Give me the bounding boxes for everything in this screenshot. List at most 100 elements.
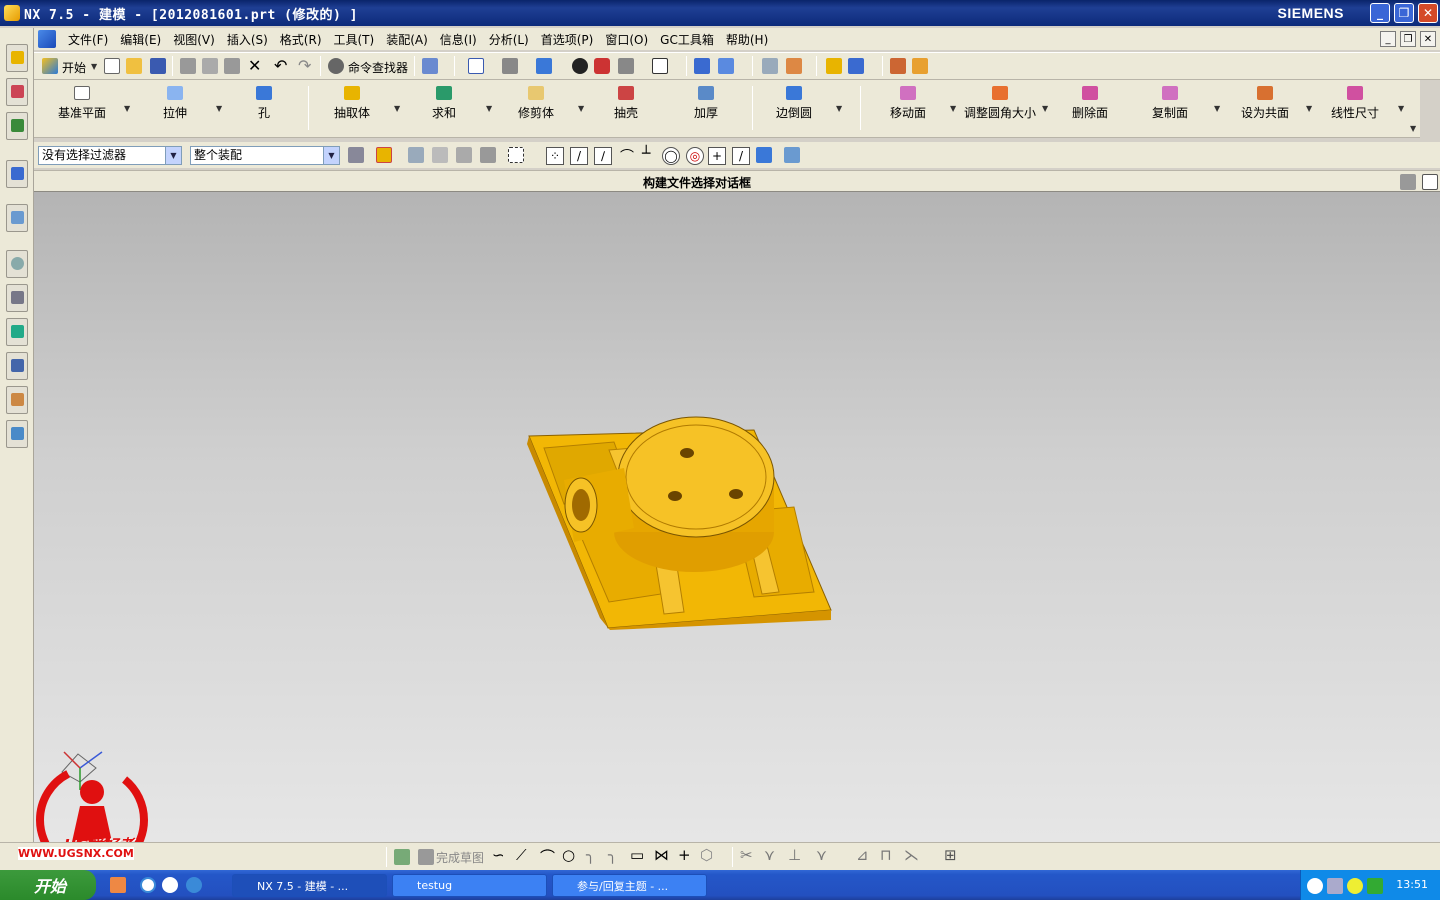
menu-insert[interactable]: 插入(S) (221, 31, 274, 48)
auto-constrain-icon[interactable]: ⊿ (856, 846, 869, 864)
make-coplanar-button[interactable]: 设为共面 (1236, 84, 1294, 126)
line-icon[interactable]: ⟋ (516, 846, 527, 864)
select-face-icon[interactable] (456, 147, 472, 163)
restore-button[interactable]: ❐ (1394, 3, 1414, 23)
point-icon[interactable]: + (678, 846, 691, 864)
new-file-icon[interactable] (104, 58, 120, 74)
shaded-cube-icon[interactable] (536, 58, 552, 74)
network-icon[interactable] (1327, 878, 1343, 894)
show-hide-icon[interactable] (848, 58, 864, 74)
copy-icon[interactable] (202, 58, 218, 74)
cut-icon[interactable] (180, 58, 196, 74)
assembly-navigator-tab[interactable] (6, 44, 28, 72)
rectangle-select-icon[interactable] (508, 147, 524, 163)
start-dropdown-icon[interactable]: ▼ (91, 62, 97, 71)
snap-control-point-icon[interactable]: ⌒ (620, 146, 634, 166)
nx-app-icon[interactable] (4, 5, 20, 21)
finish-sketch-button[interactable]: 完成草图 (436, 849, 484, 866)
zoom-icon[interactable] (502, 58, 518, 74)
select-edge-icon[interactable] (480, 147, 496, 163)
command-finder-button[interactable]: 命令查找器 (348, 59, 408, 76)
undo-icon[interactable]: ↶ (274, 56, 287, 75)
make-corner-icon[interactable]: ⊥ (788, 846, 801, 864)
snap-point-on-curve-icon[interactable]: / (732, 147, 750, 165)
reset-filter-icon[interactable] (348, 147, 364, 163)
measure-angle-icon[interactable] (912, 58, 928, 74)
unite-button[interactable]: 求和 (424, 84, 464, 126)
analysis-icon[interactable] (826, 58, 842, 74)
extrude-button[interactable]: 拉伸 (150, 84, 200, 126)
trim-body-button[interactable]: 修剪体 (512, 84, 560, 126)
snap-midpoint-icon[interactable]: ∕ (594, 147, 612, 165)
quick-launch-icon[interactable] (110, 877, 126, 893)
doc-close-button[interactable]: ✕ (1420, 31, 1436, 47)
move-face-button[interactable]: 移动面 (884, 84, 932, 126)
resize-blend-button[interactable]: 调整圆角大小 (960, 84, 1040, 126)
measure-distance-icon[interactable] (890, 58, 906, 74)
selection-scope-select[interactable]: 整个装配 ▼ (190, 146, 340, 165)
save-icon[interactable] (150, 58, 166, 74)
system-scenes-tab[interactable] (6, 420, 28, 448)
taskbar-item-forum[interactable]: 参与/回复主题 - ... (552, 874, 707, 897)
menu-view[interactable]: 视图(V) (167, 31, 221, 48)
menu-edit[interactable]: 编辑(E) (114, 31, 167, 48)
menu-analysis[interactable]: 分析(L) (483, 31, 535, 48)
fit-view-icon[interactable] (468, 58, 484, 74)
section-view-icon[interactable] (594, 58, 610, 74)
move-object-icon[interactable] (786, 58, 802, 74)
layer-icon[interactable] (762, 58, 778, 74)
menu-preferences[interactable]: 首选项(P) (535, 31, 600, 48)
select-body-icon[interactable] (432, 147, 448, 163)
general-selection-icon[interactable] (376, 147, 392, 163)
snap-arc-center-icon[interactable]: ◯ (662, 147, 680, 165)
rectangle-icon[interactable]: ▭ (630, 846, 644, 864)
snap-quadrant-icon[interactable]: ◎ (686, 147, 704, 165)
media-player-icon[interactable] (162, 877, 178, 893)
start-button[interactable]: 开始 (62, 59, 86, 76)
menu-file[interactable]: 文件(F) (62, 31, 114, 48)
doc-restore-button[interactable]: ❐ (1400, 31, 1416, 47)
view-orientation-icon[interactable] (618, 58, 634, 74)
graphics-window[interactable]: UG爱好者 (34, 192, 1440, 854)
thicken-button[interactable]: 加厚 (686, 84, 726, 126)
delete-icon[interactable]: ✕ (248, 56, 261, 75)
delete-face-button[interactable]: 删除面 (1068, 84, 1112, 126)
quick-trim-icon[interactable]: ✂ (740, 846, 753, 864)
offset-curve-icon[interactable]: ⬡ (700, 846, 713, 864)
extract-body-button[interactable]: 抽取体 (330, 84, 374, 126)
menu-assemblies[interactable]: 装配(A) (380, 31, 434, 48)
snap-endpoint-icon[interactable]: / (570, 147, 588, 165)
constraints-icon[interactable]: ⋎ (816, 846, 827, 864)
linear-dimension-button[interactable]: 线性尺寸 (1326, 84, 1384, 126)
browser-icon[interactable] (186, 877, 202, 893)
start-menu-button[interactable]: 开始 (0, 870, 96, 900)
constraint-navigator-tab[interactable] (6, 78, 28, 106)
fillet-icon[interactable]: ╮ (586, 846, 595, 864)
chevron-down-icon[interactable]: ▼ (165, 147, 181, 164)
roles-tab[interactable] (6, 386, 28, 414)
snap-point-on-surface-icon[interactable] (756, 147, 772, 163)
taskbar-item-nx[interactable]: NX 7.5 - 建模 - ... (232, 874, 387, 897)
alternate-solution-icon[interactable]: ⊞ (944, 846, 957, 864)
minimize-button[interactable]: _ (1370, 3, 1390, 23)
edge-blend-button[interactable]: 边倒圆 (770, 84, 818, 126)
system-materials-tab[interactable] (6, 284, 28, 312)
touch-mode-icon[interactable] (422, 58, 438, 74)
reuse-library-tab[interactable] (6, 160, 28, 188)
manufacturing-wizards-tab[interactable] (6, 352, 28, 380)
profile-icon[interactable]: ∽ (492, 846, 505, 864)
history-tab[interactable] (6, 250, 28, 278)
circle-icon[interactable]: ○ (562, 846, 575, 864)
background-icon[interactable] (652, 58, 668, 74)
part-model[interactable] (527, 416, 832, 630)
sketch-icon[interactable] (394, 849, 410, 865)
snap-intersection-icon[interactable]: ┴ (642, 146, 650, 162)
hd3d-tools-tab[interactable] (6, 204, 28, 232)
render-style-icon[interactable] (572, 58, 588, 74)
menu-information[interactable]: 信息(I) (434, 31, 483, 48)
snap-bounded-grid-icon[interactable] (784, 147, 800, 163)
menu-tools[interactable]: 工具(T) (328, 31, 381, 48)
redo-icon[interactable]: ↷ (298, 56, 311, 75)
snap-existing-point-icon[interactable]: + (708, 147, 726, 165)
menu-help[interactable]: 帮助(H) (720, 31, 774, 48)
